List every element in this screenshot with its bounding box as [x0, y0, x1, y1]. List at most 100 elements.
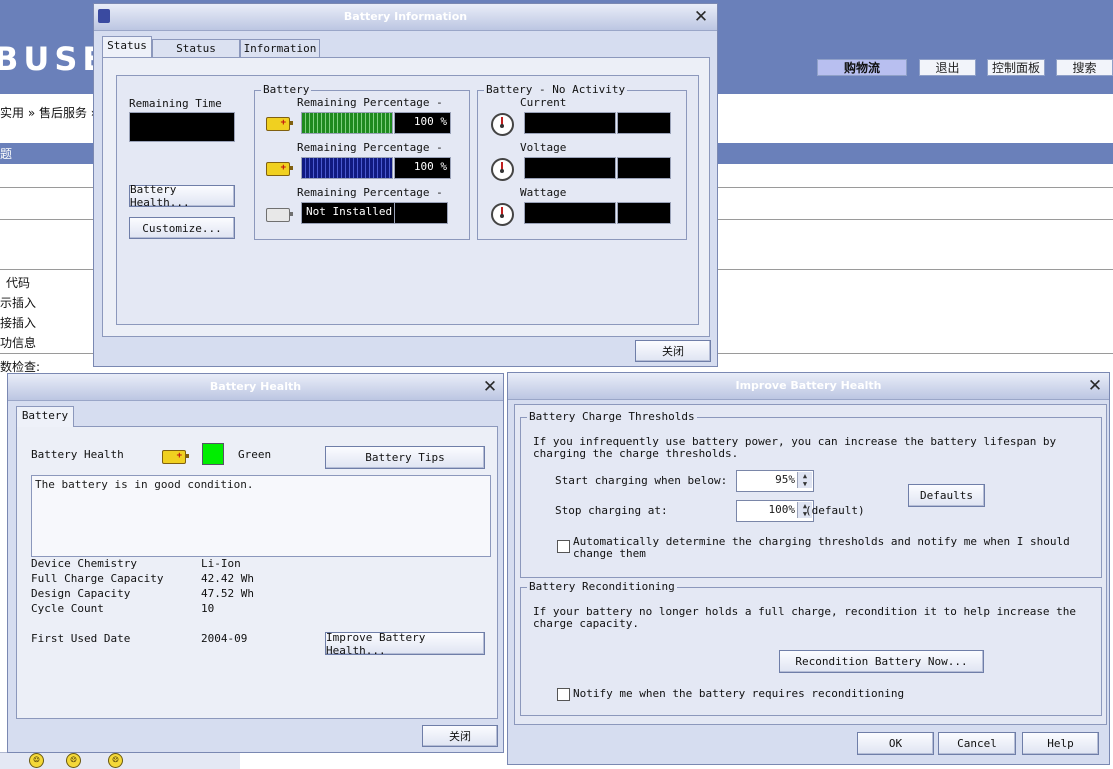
- no-activity-group-legend: Battery - No Activity: [484, 83, 628, 96]
- close-icon[interactable]: ✕: [691, 7, 711, 27]
- sad-emoticon-icon[interactable]: ☹: [66, 753, 81, 768]
- full-charge-capacity-value: 42.42 Wh: [201, 572, 254, 585]
- battery-empty-icon: [266, 208, 293, 222]
- smile-emoticon-icon[interactable]: ☺: [29, 753, 44, 768]
- window-title: Improve Battery Health: [735, 379, 882, 392]
- close-icon[interactable]: ✕: [480, 377, 500, 397]
- start-charging-spinner[interactable]: 95% ▲ ▼: [736, 470, 814, 492]
- reconditioning-legend: Battery Reconditioning: [527, 580, 677, 593]
- auto-threshold-checkbox[interactable]: [557, 540, 570, 553]
- breadcrumb[interactable]: 实用 » 售后服务 »: [0, 104, 98, 121]
- side-label: 功信息: [0, 336, 37, 350]
- battery-2-meter: [301, 157, 393, 179]
- battery-charging-icon: +: [266, 117, 293, 131]
- side-label: 接插入: [0, 316, 37, 330]
- battery-1-meter: [301, 112, 393, 134]
- ok-button[interactable]: OK: [857, 732, 934, 755]
- tab-battery[interactable]: Battery: [16, 406, 74, 427]
- title-bar[interactable]: Improve Battery Health ✕: [508, 373, 1109, 400]
- wattage-label: Wattage: [520, 186, 567, 199]
- battery-charging-icon: +: [162, 450, 189, 464]
- full-charge-capacity-label: Full Charge Capacity: [31, 572, 164, 585]
- battery-health-button[interactable]: Battery Health...: [129, 183, 235, 209]
- condition-textarea[interactable]: The battery is in good condition.: [31, 475, 491, 557]
- battery-2-percent: 100 %: [394, 157, 451, 179]
- improve-battery-health-button[interactable]: Improve Battery Health...: [325, 631, 485, 657]
- reconditioning-description: If your battery no longer holds a full c…: [533, 605, 1077, 630]
- nav-search-button[interactable]: 搜索: [1056, 59, 1113, 76]
- recondition-now-button[interactable]: Recondition Battery Now...: [779, 650, 984, 673]
- nav-logout-button[interactable]: 退出: [919, 59, 976, 76]
- window-title: Battery Information: [343, 10, 468, 23]
- window-title: Battery Health: [209, 380, 302, 393]
- close-button[interactable]: 关闭: [422, 725, 498, 747]
- remaining-percentage-label: Remaining Percentage -: [297, 141, 443, 154]
- wattage-gauge-icon: [491, 203, 514, 226]
- first-used-date-label: First Used Date: [31, 632, 131, 645]
- battery-tips-button[interactable]: Battery Tips: [325, 446, 485, 469]
- remaining-percentage-label: Remaining Percentage -: [297, 96, 443, 109]
- close-button[interactable]: 关闭: [635, 340, 711, 362]
- health-color-swatch: [202, 443, 224, 465]
- side-label: 示插入: [0, 296, 37, 310]
- current-display: [524, 112, 616, 134]
- battery-3-status: Not Installed: [301, 202, 400, 224]
- stop-charging-note: (default): [805, 504, 865, 517]
- stop-charging-spinner[interactable]: 100% ▲ ▼: [736, 500, 814, 522]
- first-used-date-value: 2004-09: [201, 632, 248, 645]
- improve-panel: Battery Charge Thresholds If you infrequ…: [514, 404, 1107, 725]
- status-panel: Remaining Time Battery Health... Customi…: [102, 57, 710, 337]
- customize-button[interactable]: Customize...: [129, 217, 235, 239]
- voltage-unit-display: [617, 157, 671, 179]
- sad-emoticon-icon[interactable]: ☹: [108, 753, 123, 768]
- thresholds-description: If you infrequently use battery power, y…: [533, 435, 1057, 460]
- design-capacity-value: 47.52 Wh: [201, 587, 254, 600]
- remaining-time-display: [129, 112, 235, 142]
- wattage-display: [524, 202, 616, 224]
- start-charging-label: Start charging when below:: [555, 474, 728, 487]
- remaining-time-label: Remaining Time: [129, 97, 222, 110]
- battery-panel: Battery Health + Green Battery Tips The …: [16, 426, 498, 719]
- stop-charging-value: 100%: [768, 503, 796, 516]
- tab-information[interactable]: Information: [240, 39, 320, 58]
- remaining-percentage-label: Remaining Percentage -: [297, 186, 443, 199]
- reconditioning-group: Battery Reconditioning If your battery n…: [520, 580, 1102, 716]
- battery-health-label: Battery Health: [31, 448, 124, 461]
- notify-reconditioning-label: Notify me when the battery requires reco…: [573, 687, 905, 700]
- device-chemistry-label: Device Chemistry: [31, 557, 137, 570]
- defaults-button[interactable]: Defaults: [908, 484, 985, 507]
- battery-information-window: Battery Information ✕ Status Status Deta…: [93, 3, 718, 367]
- battery-group: Battery Remaining Percentage - + 100 % R…: [254, 83, 470, 240]
- notify-reconditioning-checkbox[interactable]: [557, 688, 570, 701]
- side-label: 代码: [6, 276, 31, 290]
- battery-charging-icon: +: [266, 162, 293, 176]
- help-button[interactable]: Help: [1022, 732, 1099, 755]
- spinner-arrows-icon[interactable]: ▲ ▼: [797, 472, 812, 488]
- tab-status-detail[interactable]: Status Detail: [152, 39, 240, 72]
- charge-thresholds-group: Battery Charge Thresholds If you infrequ…: [520, 410, 1102, 578]
- cycle-count-value: 10: [201, 602, 215, 615]
- nav-control-panel-button[interactable]: 控制面板: [987, 59, 1045, 76]
- status-inner-panel: Remaining Time Battery Health... Customi…: [116, 75, 699, 325]
- current-label: Current: [520, 96, 567, 109]
- stop-charging-label: Stop charging at:: [555, 504, 668, 517]
- auto-threshold-label: Automatically determine the charging thr…: [573, 535, 1070, 560]
- section-bar-text: 题: [0, 147, 13, 161]
- title-bar[interactable]: Battery Health ✕: [8, 374, 503, 401]
- start-charging-value: 95%: [775, 473, 795, 486]
- cancel-button[interactable]: Cancel: [938, 732, 1016, 755]
- voltage-display: [524, 157, 616, 179]
- battery-group-legend: Battery: [261, 83, 312, 96]
- close-icon[interactable]: ✕: [1085, 376, 1105, 396]
- cycle-count-label: Cycle Count: [31, 602, 104, 615]
- battery-3-percent: [394, 202, 448, 224]
- current-gauge-icon: [491, 113, 514, 136]
- nav-cart-button[interactable]: 购物流: [817, 59, 907, 76]
- design-capacity-label: Design Capacity: [31, 587, 131, 600]
- voltage-label: Voltage: [520, 141, 567, 154]
- title-bar[interactable]: Battery Information ✕: [94, 4, 717, 31]
- tab-status[interactable]: Status: [102, 36, 152, 57]
- voltage-gauge-icon: [491, 158, 514, 181]
- current-unit-display: [617, 112, 671, 134]
- battery-health-value: Green: [238, 448, 272, 461]
